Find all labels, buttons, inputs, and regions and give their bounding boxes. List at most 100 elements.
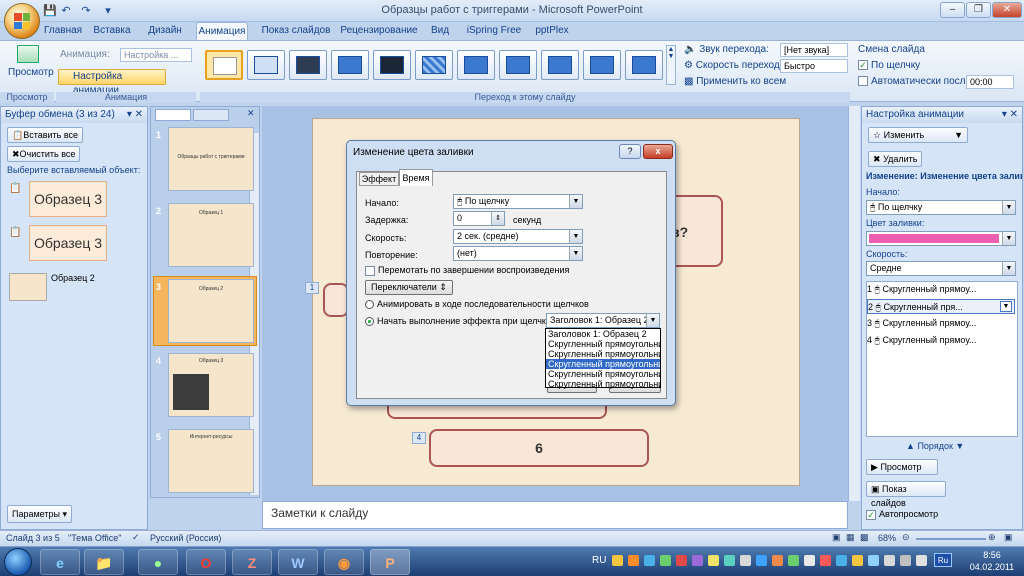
tray-icon-1[interactable] <box>612 555 623 566</box>
transition-split[interactable] <box>625 50 663 80</box>
office-button[interactable] <box>4 3 40 39</box>
transition-wipe-right[interactable] <box>541 50 579 80</box>
slide-2-thumb[interactable]: Образец 1 <box>168 203 254 267</box>
tray-icon-5[interactable] <box>676 555 687 566</box>
redo-icon[interactable]: ↷ <box>78 3 94 19</box>
tray-icon-13[interactable] <box>804 555 815 566</box>
firefox-icon[interactable]: ◉ <box>324 549 364 575</box>
minimize-button[interactable]: – <box>940 2 965 18</box>
app-z-icon[interactable]: Z <box>232 549 272 575</box>
trigger-select[interactable]: Заголовок 1: Образец 2 ▼ <box>546 313 660 328</box>
anim-item-4[interactable]: 4 🖰 Скругленный прямоу... <box>867 333 1015 348</box>
tab-effect[interactable]: Эффект <box>359 172 399 186</box>
slides-pane-close-icon[interactable]: ✕ <box>247 108 255 119</box>
volume-icon[interactable] <box>916 555 927 566</box>
zoom-in-icon[interactable]: ⊕ <box>988 532 996 543</box>
tray-icon-14[interactable] <box>820 555 831 566</box>
slide-5-thumb[interactable]: Интернет-ресурсы <box>168 429 254 493</box>
auto-after-checkbox[interactable]: Автоматически после: <box>858 76 974 87</box>
fit-window-icon[interactable]: ▣ <box>1004 532 1013 543</box>
repeat-select[interactable]: (нет) ▼ <box>453 246 583 261</box>
anim-speed-select[interactable]: Средне ▼ <box>866 261 1016 276</box>
help-button[interactable]: ? <box>619 144 641 159</box>
clip-item-1[interactable]: Образец 3 <box>29 181 107 217</box>
auto-time-input[interactable]: 00:00 <box>966 75 1014 89</box>
word-icon[interactable]: W <box>278 549 318 575</box>
transition-wipe-down[interactable] <box>457 50 495 80</box>
slide-4-thumb[interactable]: Образец 3 <box>168 353 254 417</box>
remove-button[interactable]: ✖ Удалить <box>868 151 923 167</box>
spellcheck-icon[interactable]: ✓ <box>132 532 140 543</box>
tray-icon-16[interactable] <box>852 555 863 566</box>
move-down-icon[interactable]: ▼ <box>955 441 964 451</box>
preview-button[interactable]: Просмотр <box>8 45 54 78</box>
change-button[interactable]: ☆ Изменить ▼ <box>868 127 968 143</box>
dialog-close-button[interactable]: x <box>643 144 673 159</box>
move-up-icon[interactable]: ▲ <box>906 441 915 451</box>
speed-select-dialog[interactable]: 2 сек. (средне) ▼ <box>453 229 583 244</box>
transition-fade-black[interactable] <box>289 50 327 80</box>
tray-icon-17[interactable] <box>868 555 879 566</box>
slide-scrollbar[interactable] <box>848 106 860 501</box>
trigger-option-5[interactable]: Скругленный прямоугольник <box>546 369 660 379</box>
tray-icon-11[interactable] <box>772 555 783 566</box>
slideshow-view-icon[interactable]: ▩ <box>860 532 869 543</box>
transition-wipe-left[interactable] <box>499 50 537 80</box>
tray-icon-3[interactable] <box>644 555 655 566</box>
ie-icon[interactable]: e <box>40 549 80 575</box>
normal-view-icon[interactable]: ▣ <box>832 532 841 543</box>
transition-cut-black[interactable] <box>373 50 411 80</box>
tray-icon-6[interactable] <box>692 555 703 566</box>
start-select[interactable]: 🖰 По щелчку ▼ <box>453 194 583 209</box>
customize-qat-icon[interactable]: ▾ <box>100 3 116 19</box>
speed-select[interactable]: Быстро <box>780 59 848 73</box>
anim-preview-button[interactable]: ▶ Просмотр <box>866 459 938 475</box>
trigger-option-2[interactable]: Скругленный прямоугольник <box>546 339 660 349</box>
params-button[interactable]: Параметры ▾ <box>7 505 73 523</box>
close-window-button[interactable]: ✕ <box>992 2 1022 18</box>
answer-box-6[interactable]: 6 <box>429 429 649 467</box>
rewind-checkbox[interactable]: Перемотать по завершении воспроизведения <box>365 265 569 276</box>
tab-pptplex[interactable]: pptPlex <box>532 22 572 40</box>
transition-wipe-up[interactable] <box>583 50 621 80</box>
sorter-view-icon[interactable]: ▦ <box>846 532 855 543</box>
animation-select[interactable]: Настройка ... <box>120 48 192 62</box>
slideshow-button[interactable]: ▣ Показ слайдов <box>866 481 946 508</box>
tray-icon-10[interactable] <box>756 555 767 566</box>
transition-dissolve[interactable] <box>415 50 453 80</box>
anim-item-2-dropdown-icon[interactable]: ▼ <box>1000 301 1012 312</box>
save-icon[interactable]: 💾 <box>42 3 58 19</box>
network-icon[interactable] <box>900 555 911 566</box>
tray-icon-9[interactable] <box>740 555 751 566</box>
delay-spin-icon[interactable]: ⇕ <box>491 212 504 225</box>
anim-item-1[interactable]: 1 🖰 Скругленный прямоу... <box>867 282 1015 297</box>
explorer-icon[interactable]: 📁 <box>84 549 124 575</box>
opera-icon[interactable]: O <box>186 549 226 575</box>
transition-none[interactable] <box>205 50 243 80</box>
start-on-click-radio[interactable]: Начать выполнение эффекта при щелчке <box>365 316 551 327</box>
clip-item-2[interactable]: Образец 3 <box>29 225 107 261</box>
tab-animation[interactable]: Анимация <box>196 22 248 40</box>
tray-icon-8[interactable] <box>724 555 735 566</box>
trigger-option-3[interactable]: Скругленный прямоугольник <box>546 349 660 359</box>
tray-icon-7[interactable] <box>708 555 719 566</box>
start-button[interactable] <box>4 548 32 576</box>
reorder-control[interactable]: ▲ Порядок ▼ <box>906 441 964 451</box>
trigger-option-1[interactable]: Заголовок 1: Образец 2 <box>546 329 660 339</box>
tray-icon-2[interactable] <box>628 555 639 566</box>
anim-pane-close-icon[interactable]: ▾ ✕ <box>1002 107 1018 123</box>
custom-animation-button[interactable]: Настройка анимации <box>58 69 166 96</box>
tab-design[interactable]: Дизайн <box>145 22 185 40</box>
clip-item-3[interactable]: Образец 2 <box>51 273 95 283</box>
anim-item-3[interactable]: 3 🖰 Скругленный прямоу... <box>867 316 1015 331</box>
messenger-icon[interactable]: ● <box>138 549 178 575</box>
maximize-button[interactable]: ❐ <box>966 2 991 18</box>
zoom-out-icon[interactable]: ⊝ <box>902 532 910 543</box>
tray-icon-4[interactable] <box>660 555 671 566</box>
clipboard-close-icon[interactable]: ▾ ✕ <box>127 107 143 123</box>
slide-1-thumb[interactable]: Образцы работ с триггерами <box>168 127 254 191</box>
notes-area[interactable]: Заметки к слайду <box>262 501 848 529</box>
tab-timing[interactable]: Время <box>399 169 433 186</box>
tab-view[interactable]: Вид <box>428 22 452 40</box>
fill-color-select[interactable]: ▼ <box>866 231 1016 246</box>
